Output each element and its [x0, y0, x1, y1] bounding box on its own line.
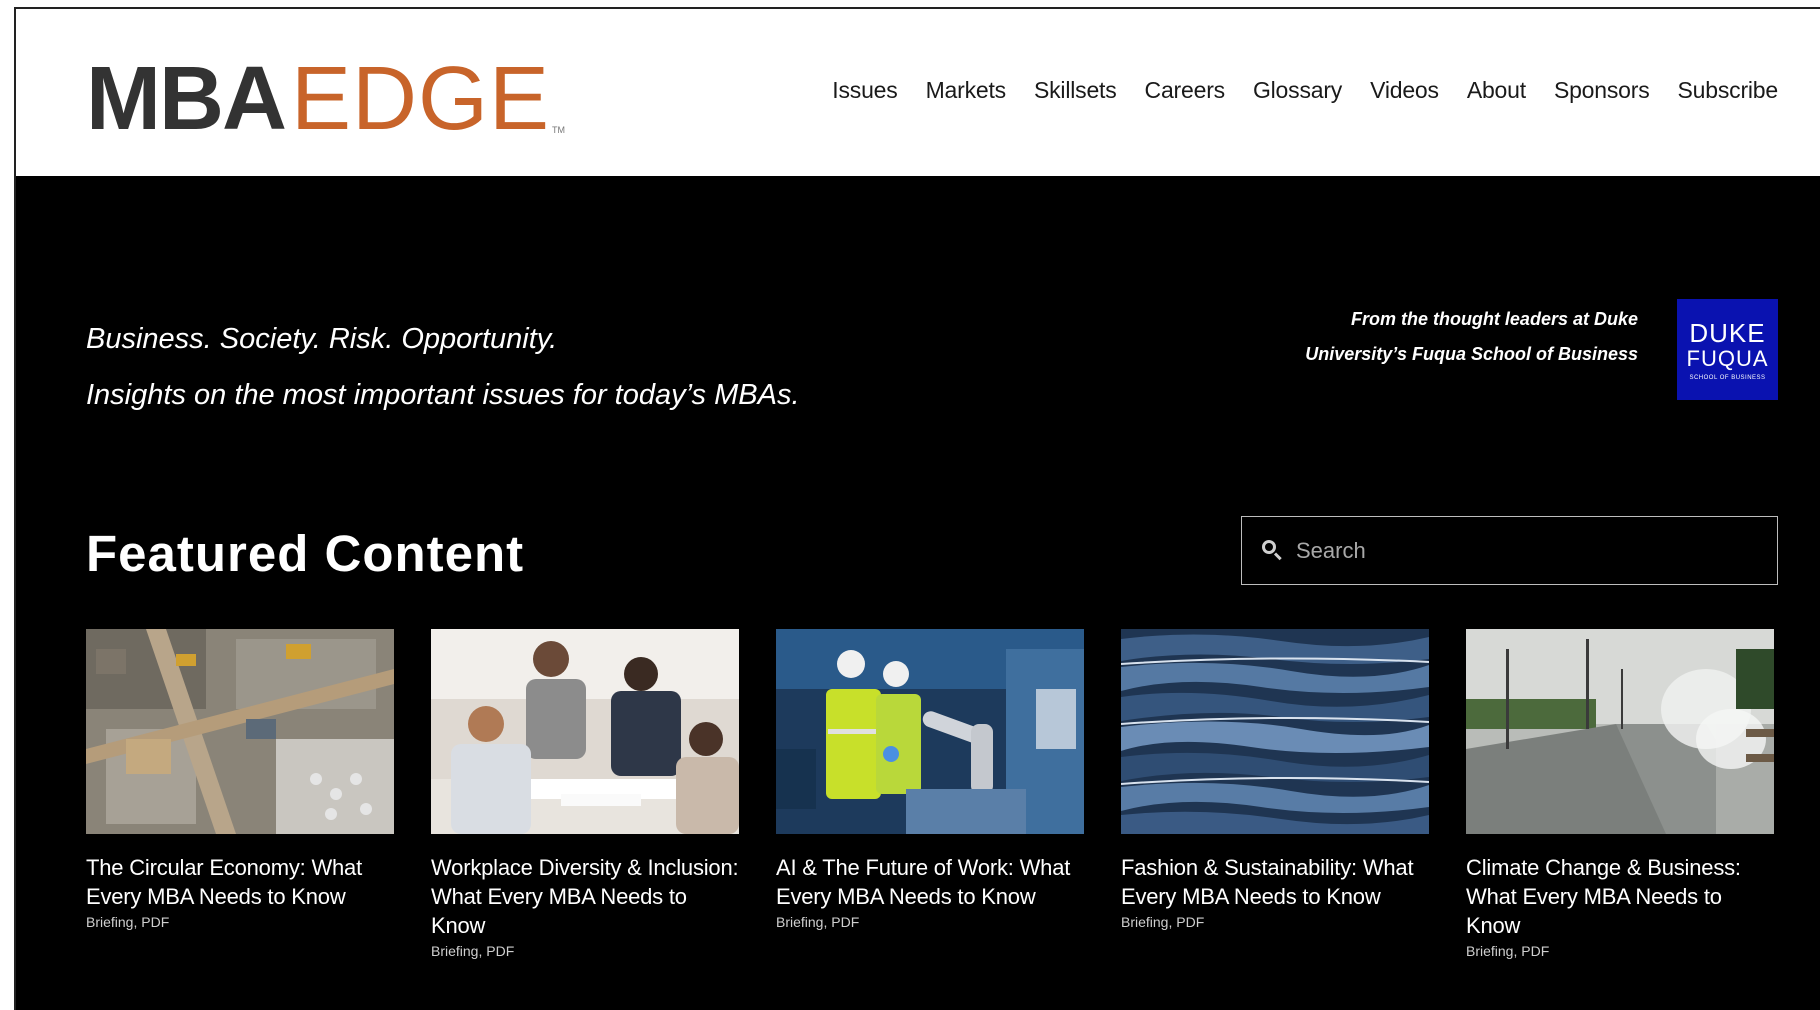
nav-skillsets[interactable]: Skillsets — [1034, 77, 1117, 104]
duke-attribution: From the thought leaders at Duke Univers… — [1305, 302, 1638, 372]
site-header: MBA EDGE TM Issues Markets Skillsets Car… — [16, 9, 1820, 176]
hero-tagline: Business. Society. Risk. Opportunity. In… — [86, 311, 800, 423]
nav-subscribe[interactable]: Subscribe — [1678, 77, 1779, 104]
card-image-storm-road[interactable] — [1466, 629, 1774, 834]
search-box[interactable] — [1241, 516, 1778, 585]
card-image-meeting[interactable] — [431, 629, 739, 834]
card-title[interactable]: Climate Change & Business: What Every MB… — [1466, 853, 1774, 940]
mbaedge-logo[interactable]: MBA EDGE TM — [86, 49, 566, 149]
tagline-line-1: Business. Society. Risk. Opportunity. — [86, 323, 558, 355]
featured-cards: The Circular Economy: What Every MBA Nee… — [86, 629, 1774, 959]
card-ai-future-work[interactable]: AI & The Future of Work: What Every MBA … — [776, 629, 1084, 959]
card-title[interactable]: AI & The Future of Work: What Every MBA … — [776, 853, 1084, 911]
logo-mba-text: MBA — [86, 49, 287, 149]
duke-logo-line-3: SCHOOL OF BUSINESS — [1689, 374, 1766, 381]
page-frame: MBA EDGE TM Issues Markets Skillsets Car… — [14, 7, 1820, 1010]
nav-glossary[interactable]: Glossary — [1253, 77, 1342, 104]
nav-careers[interactable]: Careers — [1145, 77, 1226, 104]
nav-about[interactable]: About — [1467, 77, 1526, 104]
duke-logo-line-2: FUQUA — [1686, 345, 1769, 371]
search-icon — [1262, 539, 1284, 562]
card-workplace-diversity[interactable]: Workplace Diversity & Inclusion: What Ev… — [431, 629, 739, 959]
card-image-robot-lab[interactable] — [776, 629, 1084, 834]
card-image-scrap-yard[interactable] — [86, 629, 394, 834]
card-meta: Briefing, PDF — [776, 914, 860, 930]
duke-attribution-line-2: University’s Fuqua School of Business — [1305, 344, 1638, 364]
tagline-line-2: Insights on the most important issues fo… — [86, 379, 800, 411]
card-title[interactable]: The Circular Economy: What Every MBA Nee… — [86, 853, 394, 911]
nav-videos[interactable]: Videos — [1370, 77, 1439, 104]
card-title[interactable]: Workplace Diversity & Inclusion: What Ev… — [431, 853, 739, 940]
duke-logo-line-1: DUKE — [1689, 317, 1766, 348]
card-fashion-sustainability[interactable]: Fashion & Sustainability: What Every MBA… — [1121, 629, 1429, 959]
card-meta: Briefing, PDF — [431, 943, 515, 959]
nav-markets[interactable]: Markets — [926, 77, 1007, 104]
duke-fuqua-logo[interactable]: DUKE FUQUA SCHOOL OF BUSINESS — [1677, 299, 1778, 400]
nav-issues[interactable]: Issues — [832, 77, 897, 104]
card-meta: Briefing, PDF — [1121, 914, 1205, 930]
nav-sponsors[interactable]: Sponsors — [1554, 77, 1650, 104]
card-meta: Briefing, PDF — [86, 914, 170, 930]
card-climate-change[interactable]: Climate Change & Business: What Every MB… — [1466, 629, 1774, 959]
card-meta: Briefing, PDF — [1466, 943, 1550, 959]
search-input[interactable] — [1296, 537, 1756, 564]
featured-heading: Featured Content — [86, 525, 525, 582]
logo-edge-text: EDGE — [290, 49, 551, 149]
card-image-denim[interactable] — [1121, 629, 1429, 834]
logo-trademark: TM — [552, 125, 566, 135]
card-title[interactable]: Fashion & Sustainability: What Every MBA… — [1121, 853, 1429, 911]
card-circular-economy[interactable]: The Circular Economy: What Every MBA Nee… — [86, 629, 394, 959]
main-nav: Issues Markets Skillsets Careers Glossar… — [804, 77, 1778, 104]
duke-attribution-line-1: From the thought leaders at Duke — [1350, 309, 1638, 329]
